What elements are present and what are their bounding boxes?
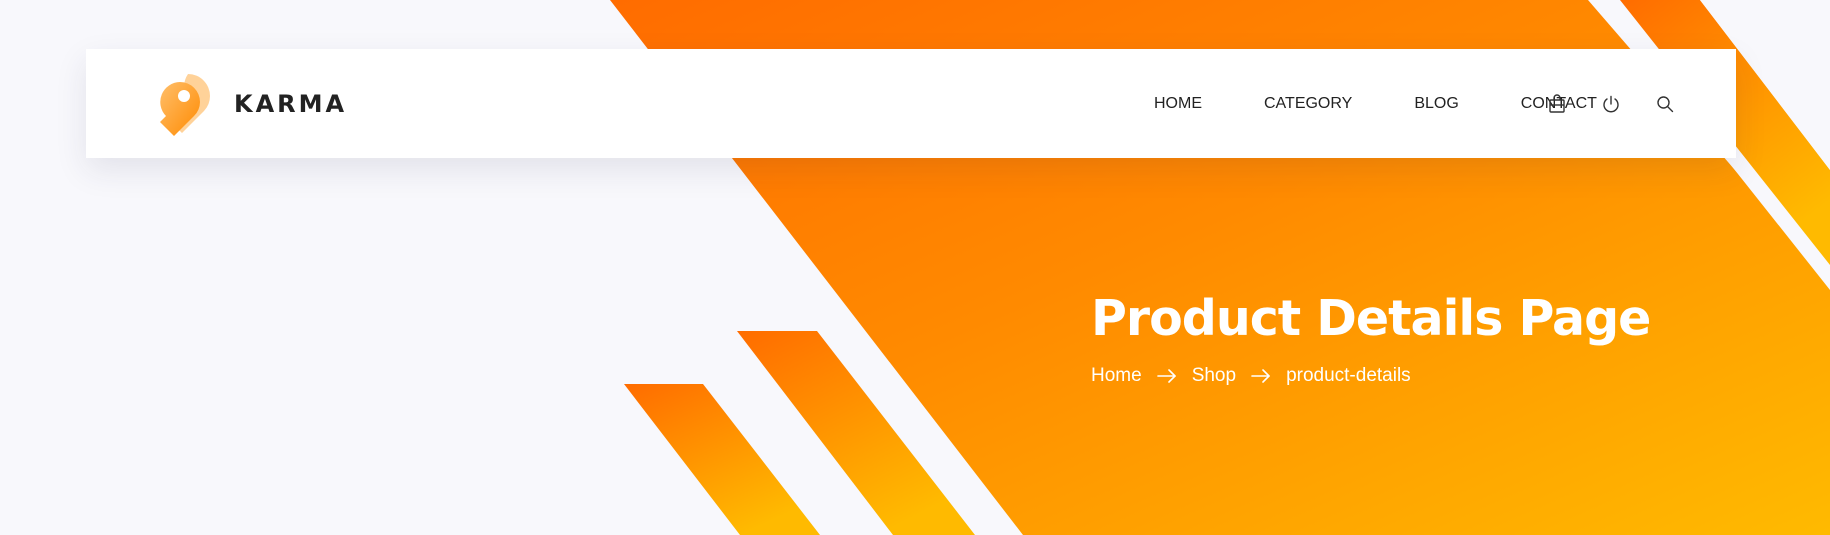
- site-header: KARMA HOME CATEGORY BLOG CONTACT: [86, 49, 1736, 158]
- power-button[interactable]: [1595, 49, 1627, 158]
- nav-item-category[interactable]: CATEGORY: [1264, 95, 1352, 113]
- arrow-right-icon: [1250, 366, 1272, 386]
- cart-button[interactable]: [1541, 49, 1573, 158]
- map-pin-logo-icon: [160, 74, 210, 136]
- main-nav: HOME CATEGORY BLOG CONTACT: [1068, 49, 1597, 158]
- breadcrumb-home[interactable]: Home: [1091, 365, 1142, 387]
- breadcrumb-shop[interactable]: Shop: [1192, 365, 1236, 387]
- banner-content: Product Details Page Home Shop product-d…: [1091, 290, 1711, 387]
- search-button[interactable]: [1649, 49, 1681, 158]
- search-icon: [1657, 95, 1674, 112]
- logo[interactable]: KARMA: [146, 69, 347, 139]
- power-icon: [1603, 95, 1619, 112]
- banner-stripe-left: [624, 384, 820, 535]
- breadcrumb-current[interactable]: product-details: [1286, 365, 1411, 387]
- brand-name: KARMA: [234, 90, 348, 118]
- nav-item-home[interactable]: HOME: [1154, 95, 1202, 113]
- arrow-right-icon: [1156, 366, 1178, 386]
- page: KARMA HOME CATEGORY BLOG CONTACT Product…: [0, 0, 1830, 535]
- shopping-bag-icon: [1549, 93, 1565, 113]
- breadcrumb: Home Shop product-details: [1091, 365, 1711, 387]
- nav-item-blog[interactable]: BLOG: [1414, 95, 1458, 113]
- page-title: Product Details Page: [1091, 290, 1651, 347]
